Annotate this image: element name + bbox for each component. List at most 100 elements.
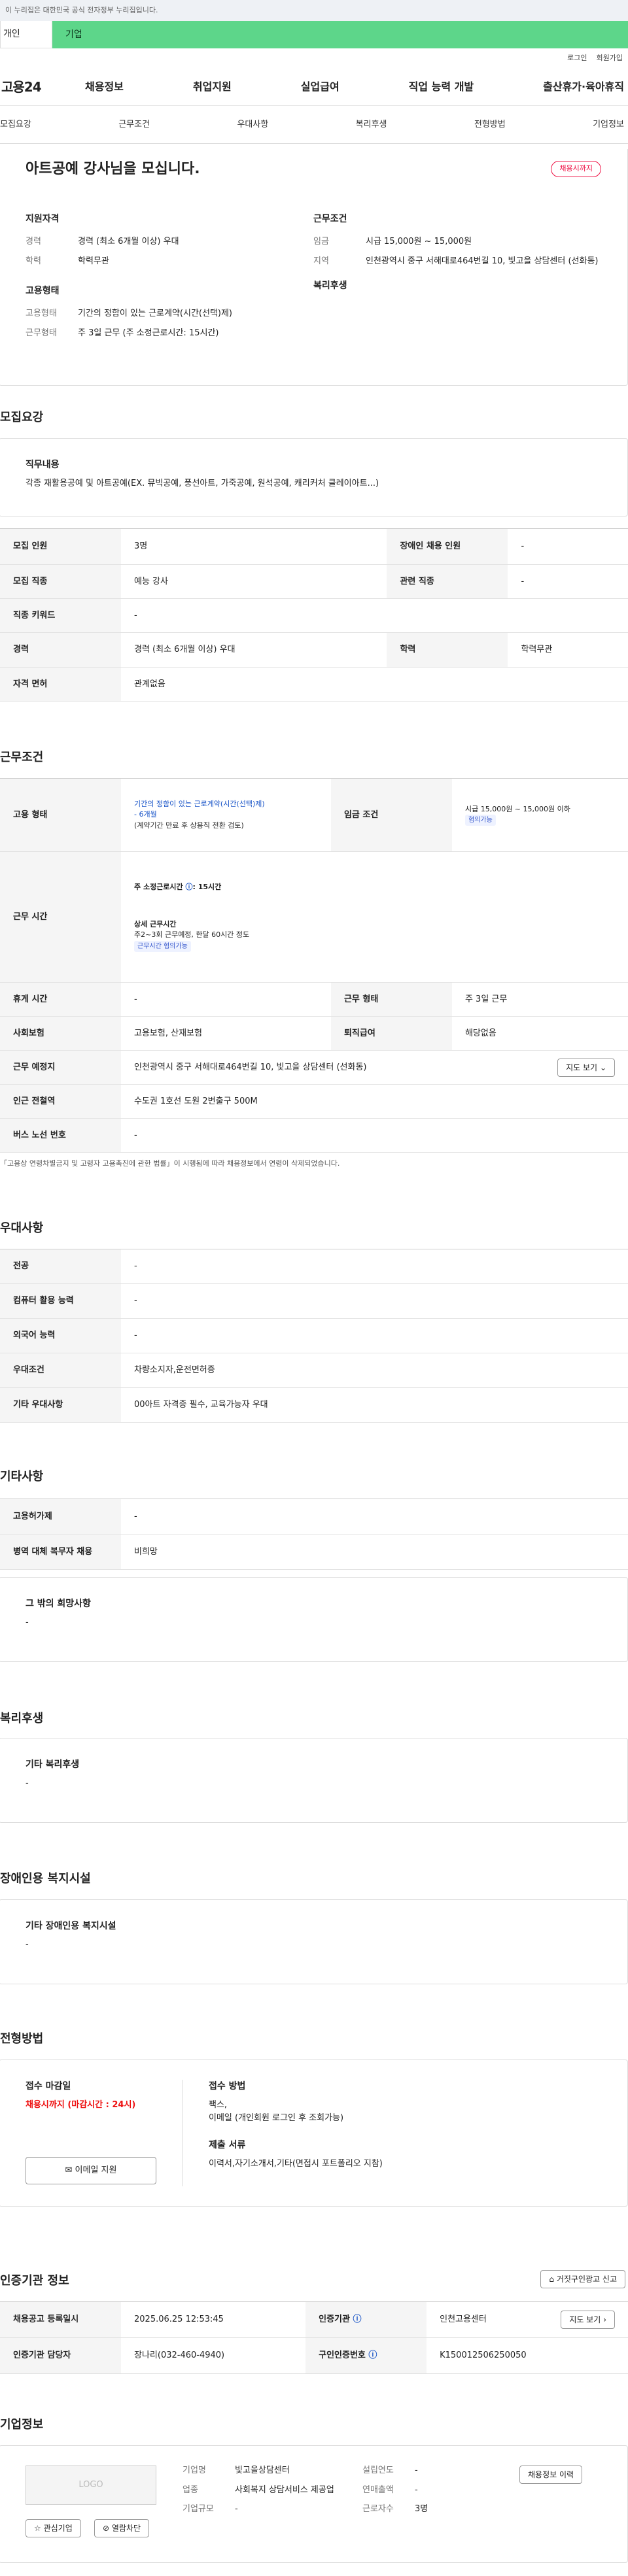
main-nav: 고용24 채용정보 취업지원 실업급여 직업 능력 개발 출산휴가·육아휴직 [0,68,628,106]
agency-map-label: 지도 보기 [569,2315,601,2324]
agency-table: 채용공고 등록일시 2025.06.25 12:53:45 인증기관 ⓘ 인천고용센터… [0,2301,628,2374]
work-value: 주 3일 근무 (주 소정근로시간: 15시간) [78,328,219,338]
map-button[interactable]: 지도 보기 ⌄ [557,1058,615,1077]
gov-notice: 이 누리집은 대한민국 공식 전자정부 누리집입니다. [0,0,628,21]
map-button-label: 지도 보기 [566,1062,598,1072]
login-link[interactable]: 로그인 [567,53,587,64]
welfare-box-value: - [26,1778,29,1788]
cell-label: 전공 [0,1249,121,1284]
nav-employment-support[interactable]: 취업지원 [193,79,232,95]
emp-period-value: - 6개월 [134,810,157,819]
info-icon[interactable]: ⓘ [186,883,193,891]
tab-company[interactable]: 기업 [52,21,628,48]
disabled-box: 기타 장애인용 복지시설 - [0,1899,628,1984]
status-badge: 채용시까지 [551,161,601,177]
cell-label: 고용허가제 [0,1499,121,1534]
cell-label: 채용공고 등록일시 [0,2301,121,2338]
block-button[interactable]: ⊘ 열람차단 [94,2519,150,2537]
history-button[interactable]: 채용정보 이력 [519,2466,583,2484]
recruit-section-title: 모집요강 [0,411,44,424]
cell-value: 비희망 [121,1534,628,1570]
tab-personal[interactable]: 개인 [0,21,52,48]
chevron-down-icon: ⌄ [599,1062,606,1072]
industry-value: 사회복지 상담서비스 제공업 [235,2484,334,2495]
tab-process[interactable]: 전형방법 [474,118,506,131]
career-label: 경력 [26,237,41,246]
cell-value: - [121,982,331,1017]
tab-condition[interactable]: 근무조건 [118,118,150,131]
nav-training[interactable]: 직업 능력 개발 [409,79,474,95]
age-note: 「고용상 연령차별금지 및 고령자 고용촉진에 관한 법률」이 시행됨에 따라 … [0,1159,340,1168]
hours-value: : 15시간 [192,883,222,892]
cell-label: 장애인 채용 인원 [387,528,508,565]
cell-value: 차량소지자,운전면허증 [121,1353,628,1388]
agency-map-button[interactable]: 지도 보기 › [561,2311,615,2329]
hours-label: 주 소정근로시간 [134,883,183,892]
location-value: 인천광역시 중구 서해대로464번길 10, 빛고을 상담센터 (선화동) [134,1062,367,1072]
hours-badge: 근무시간 협의가능 [134,940,191,952]
disabled-section-title: 장애인용 복지시설 [0,1872,91,1886]
cell-label: 모집 직종 [0,564,121,599]
cell-value: 학력무관 [508,632,628,668]
size-label: 기업규모 [183,2504,214,2514]
detail-hours-value: 주2~3회 근무예정, 한달 60시간 정도 [134,930,250,940]
cell-value: 장나리(032-460-4940) [121,2337,306,2374]
cell-label: 모집 인원 [0,528,121,565]
cell-label: 휴게 시간 [0,982,121,1017]
method-value-1: 팩스, [209,2100,228,2110]
emp-type-value: 기간의 정함이 있는 근로계약(시간(선택)제) [134,799,265,808]
emp-value: 기간의 정함이 있는 근로계약(시간(선택)제) [78,309,233,318]
docs-value: 이력서,자기소개서,기타(면접시 포트폴리오 지참) [209,2159,383,2169]
method-title: 접수 방법 [209,2081,246,2092]
nav-jobs[interactable]: 채용정보 [85,79,124,95]
recruit-table: 모집 인원 3명 장애인 채용 인원 - 모집 직종 예능 강사 관련 직종 - 직종 키워… [0,528,628,702]
cell-value: 해당없음 [451,1016,628,1051]
tab-preference[interactable]: 우대사항 [237,118,268,131]
duty-title: 직무내용 [26,460,60,470]
cell-label: 근무 예정지 [0,1050,121,1085]
cell-label: 고용 형태 [0,778,121,852]
favorite-label: 관심기업 [43,2524,73,2533]
area-value: 인천광역시 중구 서해대로464번길 10, 빛고을 상담센터 (선화동) [366,256,599,266]
info-icon[interactable]: ⓘ [353,2314,361,2324]
cell-label: 구인인증번호 ⓘ [305,2337,427,2374]
site-logo[interactable]: 고용24 [0,77,52,97]
email-apply-button[interactable]: ✉ 이메일 지원 [26,2157,156,2184]
favorite-button[interactable]: ☆ 관심기업 [26,2519,81,2537]
cell-label: 외국어 능력 [0,1318,121,1353]
cell-label: 근무 시간 [0,851,121,983]
cell-label: 퇴직급여 [330,1016,452,1051]
cell-label: 인증기관 담당자 [0,2337,121,2374]
year-label: 설립연도 [362,2466,394,2475]
career-value: 경력 (최소 6개월 이상) 우대 [78,237,179,246]
cond-title: 근무조건 [313,214,347,224]
disabled-box-value: - [26,1940,29,1950]
tab-recruit[interactable]: 모집요강 [0,118,31,131]
nav-parental-leave[interactable]: 출산휴가·육아휴직 [543,79,624,95]
tab-welfare[interactable]: 복리후생 [356,118,387,131]
star-icon: ☆ [34,2524,41,2533]
wage-value: 시급 15,000원 ~ 15,000원 이하 [464,804,570,813]
join-link[interactable]: 회원가입 [597,53,623,64]
report-button[interactable]: ⌂ 거짓구인광고 신고 [540,2270,625,2288]
emp-label: 고용형태 [26,309,57,318]
pref-table: 전공 - 컴퓨터 활용 능력 - 외국어 능력 - 우대조건 차량소지자,운전면허증 기… [0,1249,628,1423]
nav-unemployment[interactable]: 실업급여 [301,79,340,95]
email-apply-label: 이메일 지원 [75,2165,117,2175]
agency-section-title: 인증기관 정보 [0,2274,69,2288]
company-name-label: 기업명 [183,2466,206,2475]
year-value: - [415,2466,418,2475]
cell-value: - [121,1499,628,1534]
cell-value: - [508,564,628,599]
cell-value: 3명 [121,528,387,565]
company-section-title: 기업정보 [0,2418,44,2432]
welfare-box: 기타 복리후생 - [0,1738,628,1823]
cell-label: 관련 직종 [387,564,508,599]
tab-company[interactable]: 기업정보 [593,118,624,131]
cell-value: - [121,1318,628,1353]
section-tabs: 모집요강 근무조건 우대사항 복리후생 전형방법 기업정보 [0,106,628,144]
process-box: 접수 마감일 채용시까지 (마감시간 : 24시) ✉ 이메일 지원 접수 방법… [0,2059,628,2207]
info-icon[interactable]: ⓘ [368,2350,377,2360]
qual-title: 지원자격 [26,214,60,224]
wage-badge: 협의가능 [464,815,496,826]
